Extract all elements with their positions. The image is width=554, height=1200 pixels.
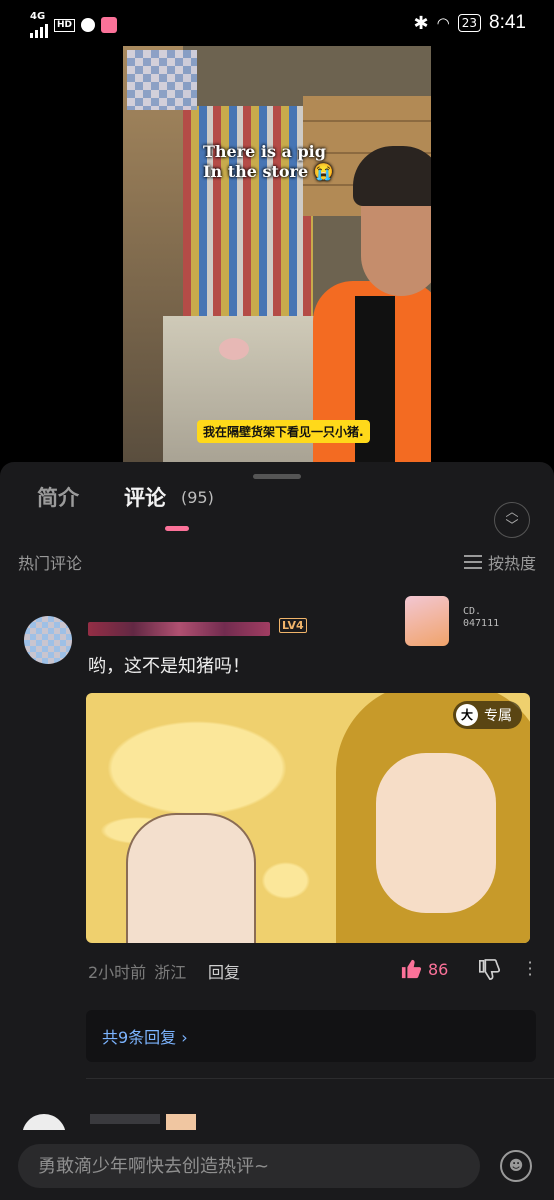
comment-sticker-image[interactable]: 大 专属 <box>86 693 530 943</box>
wifi-icon: ◠ <box>436 14 450 32</box>
chevron-down-icon: ﹀ <box>505 519 519 534</box>
video-frame[interactable]: There is a pig In the store 😭 我在隔壁货架下看见一… <box>123 46 431 462</box>
vip-icon: 大 <box>456 704 478 726</box>
video-mosaic <box>127 50 197 110</box>
sort-icon <box>463 555 482 569</box>
video-scene-pig <box>219 338 249 360</box>
sticker-face <box>376 753 496 913</box>
avatar[interactable] <box>24 616 72 664</box>
comment-text: 哟，这不是知猪吗！ <box>88 656 250 677</box>
sort-button[interactable]: 按热度 <box>463 550 536 574</box>
tab-comments[interactable]: 评论 <box>124 484 166 512</box>
comment-input-bar: ☻ <box>0 1130 554 1200</box>
more-options-icon[interactable]: · · · <box>527 955 533 983</box>
level-badge: LV4 <box>279 618 307 633</box>
chevron-up-icon: ︿ <box>505 505 519 520</box>
comment-count: (95) <box>181 488 214 507</box>
drag-handle[interactable] <box>253 474 301 479</box>
qq-app-icon <box>81 18 96 32</box>
clock: 8:41 <box>489 12 526 33</box>
status-left: 4G HD <box>30 12 118 38</box>
comment-input[interactable] <box>18 1144 480 1188</box>
signal-group: 4G <box>30 12 48 38</box>
fan-badge-number: CD. 047111 <box>463 606 500 629</box>
username-redacted[interactable] <box>88 622 270 636</box>
tab-indicator <box>165 526 189 531</box>
signal-bars-icon <box>30 22 48 38</box>
like-button[interactable]: 86 <box>400 959 448 979</box>
tab-intro[interactable]: 简介 <box>37 484 79 512</box>
comments-panel: 简介 评论 (95) ︿ ﹀ 热门评论 按热度 LV4 CD. 047111 哟… <box>0 462 554 1200</box>
view-replies-link[interactable]: 共9条回复 › <box>102 1024 188 1048</box>
comment-time: 2小时前 <box>88 963 147 982</box>
like-count: 86 <box>428 959 449 979</box>
video-caption-top: There is a pig In the store 😭 <box>203 142 334 181</box>
comment-meta: 2小时前 浙江 <box>88 959 186 983</box>
thumbs-down-icon[interactable] <box>478 959 500 981</box>
next-comment-username[interactable] <box>90 1114 160 1124</box>
fan-badge-icon[interactable] <box>405 596 449 646</box>
exclusive-tag: 大 专属 <box>453 701 522 729</box>
hot-comments-title: 热门评论 <box>18 554 83 573</box>
video-caption-bottom: 我在隔壁货架下看见一只小猪. <box>197 420 370 443</box>
replies-box[interactable]: 共9条回复 › <box>86 1010 536 1062</box>
emoji-icon[interactable]: ☻ <box>500 1150 532 1182</box>
comment-divider <box>86 1078 554 1079</box>
hot-comments-header: 热门评论 按热度 <box>18 550 536 574</box>
comment-location: 浙江 <box>154 963 187 982</box>
exclusive-label: 专属 <box>484 708 512 724</box>
bilibili-app-icon <box>101 17 118 33</box>
thumbs-up-icon <box>401 959 422 979</box>
status-bar: 4G HD ✱ ◠ 23 8:41 <box>0 0 554 46</box>
bluetooth-icon: ✱ <box>413 12 429 34</box>
video-scene-goods <box>183 106 313 326</box>
sticker-hand <box>126 813 256 943</box>
sort-label: 按热度 <box>487 554 536 573</box>
status-right: ✱ ◠ 23 8:41 <box>414 12 526 34</box>
tab-bar: 简介 评论 (95) ︿ ﹀ <box>0 484 554 538</box>
reply-button[interactable]: 回复 <box>208 959 240 983</box>
hd-badge: HD <box>54 18 76 32</box>
battery-icon: 23 <box>457 14 482 32</box>
video-player[interactable]: There is a pig In the store 😭 我在隔壁货架下看见一… <box>0 46 554 462</box>
network-type: 4G <box>30 11 46 22</box>
expand-collapse-button[interactable]: ︿ ﹀ <box>494 502 530 538</box>
